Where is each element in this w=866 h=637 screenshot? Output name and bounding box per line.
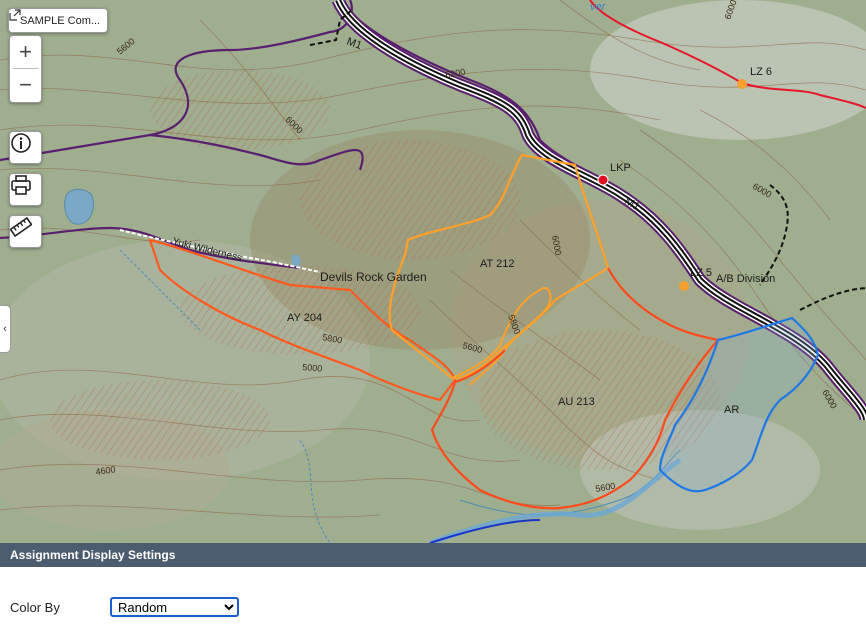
sample-map-button-label: SAMPLE Com... — [20, 14, 101, 27]
zoom-out-button[interactable]: − — [10, 69, 41, 101]
label-river: ver — [590, 1, 607, 13]
print-button[interactable] — [9, 173, 42, 206]
info-button[interactable] — [9, 131, 42, 164]
label-lz5: LZ 5 — [690, 267, 712, 279]
steep-slope-area — [300, 140, 520, 260]
zoom-out-icon: − — [19, 72, 32, 97]
lz6-marker — [737, 79, 747, 89]
label-assignment-au213: AU 213 — [558, 396, 595, 408]
zoom-in-button[interactable]: + — [10, 36, 41, 68]
steep-slope-area — [50, 380, 270, 460]
zoom-control: + − — [9, 35, 42, 103]
color-by-label: Color By — [10, 600, 60, 615]
lz5-marker — [679, 281, 689, 291]
label-assignment-at212: AT 212 — [480, 258, 514, 270]
contour-label: 5000 — [302, 362, 323, 374]
sample-map-button[interactable]: SAMPLE Com... — [8, 8, 109, 33]
chevron-left-icon: ‹ — [3, 323, 7, 335]
measure-button[interactable] — [9, 215, 42, 248]
map-view[interactable]: LZ 6 LZ 5 LKP A/B Division Devils Rock G… — [0, 0, 866, 543]
label-devils-rock-garden: Devils Rock Garden — [320, 270, 427, 284]
color-by-select[interactable]: Random — [110, 597, 239, 617]
collapse-side-panel-tab[interactable]: ‹ — [0, 305, 11, 353]
label-lkp: LKP — [610, 162, 631, 174]
label-assignment-ay204: AY 204 — [287, 312, 322, 324]
label-assignment-ar: AR — [724, 404, 739, 416]
lkp-marker — [597, 174, 609, 186]
label-ab-division: A/B Division — [716, 273, 775, 285]
label-lz6: LZ 6 — [750, 66, 772, 78]
map-canvas[interactable]: LZ 6 LZ 5 LKP A/B Division Devils Rock G… — [0, 0, 866, 543]
lake — [64, 188, 94, 225]
zoom-in-icon: + — [19, 39, 32, 64]
assignment-display-settings-header: Assignment Display Settings — [0, 543, 866, 567]
